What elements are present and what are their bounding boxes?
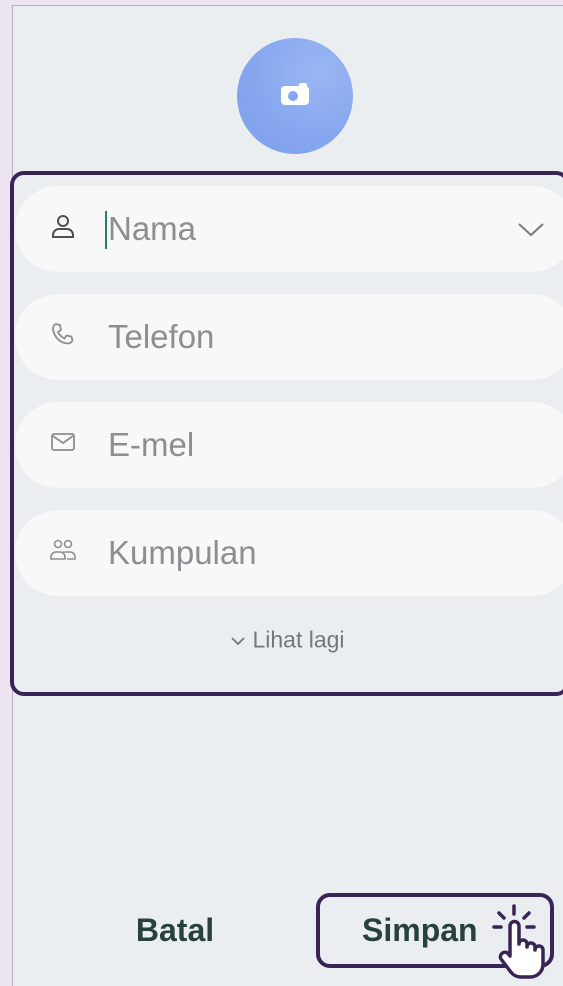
see-more-label: Lihat lagi — [252, 626, 345, 653]
camera-icon — [279, 82, 311, 111]
see-more-link[interactable]: Lihat lagi — [0, 625, 563, 653]
phone-field[interactable]: Telefon — [15, 294, 563, 380]
phone-placeholder: Telefon — [108, 318, 215, 355]
email-field[interactable]: E-mel — [15, 402, 563, 488]
group-field[interactable]: Kumpulan — [15, 510, 563, 596]
text-cursor — [105, 211, 107, 249]
avatar-photo-button[interactable] — [237, 38, 353, 154]
phone-icon — [48, 319, 78, 349]
email-placeholder: E-mel — [108, 426, 195, 463]
save-button-label: Simpan — [362, 912, 478, 948]
name-field[interactable]: Nama — [15, 186, 563, 272]
chevron-down-icon[interactable] — [517, 216, 545, 242]
cancel-button[interactable]: Batal — [80, 893, 270, 968]
chevron-down-icon — [230, 626, 246, 653]
person-icon — [48, 211, 78, 241]
tap-pointer-icon — [488, 902, 558, 980]
name-placeholder: Nama — [108, 210, 197, 247]
group-placeholder: Kumpulan — [108, 534, 257, 571]
mail-icon — [48, 427, 78, 457]
group-icon — [48, 535, 78, 565]
